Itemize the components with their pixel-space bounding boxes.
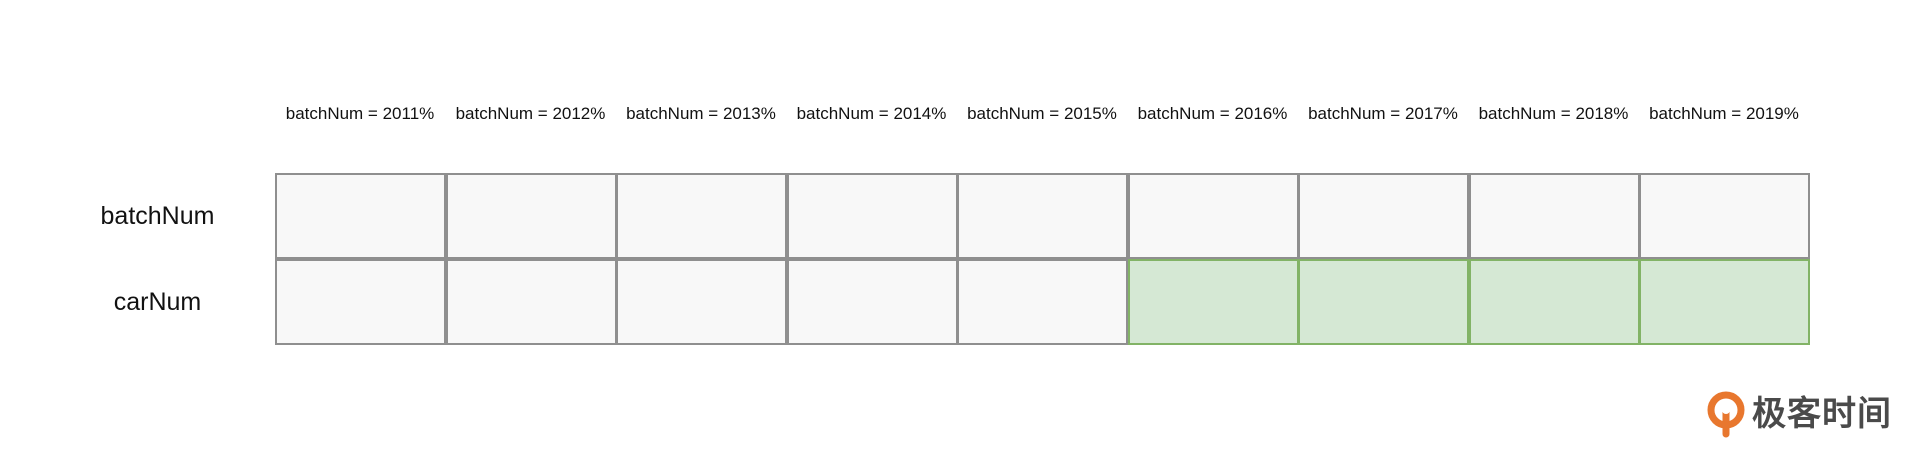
grid-cell-highlighted xyxy=(1298,259,1469,345)
grid-cell xyxy=(445,173,617,259)
grid-cell xyxy=(1468,173,1640,259)
column-label: batchNum = 2016% xyxy=(1137,104,1288,123)
column-label: batchNum = 2017% xyxy=(1308,104,1458,123)
column-label: batchNum = 2012% xyxy=(455,104,606,123)
grid-cell xyxy=(275,259,446,345)
geektime-logo: 极客时间 xyxy=(1706,390,1892,438)
column-label: batchNum = 2019% xyxy=(1649,104,1799,123)
column-label: batchNum = 2015% xyxy=(967,104,1117,123)
grid-cell xyxy=(786,259,958,345)
grid-cell-highlighted xyxy=(1468,259,1640,345)
grid-cell xyxy=(786,173,958,259)
grid-cell-highlighted xyxy=(1127,259,1299,345)
geektime-logo-icon xyxy=(1707,391,1745,438)
column-labels: batchNum = 2011% batchNum = 2012% batchN… xyxy=(275,100,1810,128)
column-label: batchNum = 2013% xyxy=(626,104,776,123)
column-label: batchNum = 2014% xyxy=(796,104,947,123)
grid-cell xyxy=(1639,173,1810,259)
partition-grid xyxy=(275,173,1810,345)
row-label-carnum: carNum xyxy=(113,288,202,316)
grid-cell xyxy=(957,259,1128,345)
row-label-batchnum: batchNum xyxy=(100,202,215,230)
grid-cell xyxy=(957,173,1128,259)
column-label: batchNum = 2018% xyxy=(1478,104,1629,123)
grid-cell xyxy=(275,173,446,259)
grid-cell xyxy=(445,259,617,345)
grid-cell-highlighted xyxy=(1639,259,1810,345)
grid-cell xyxy=(1127,173,1299,259)
column-label: batchNum = 2011% xyxy=(285,104,435,123)
logo-text: 极客时间 xyxy=(1752,394,1892,434)
grid-cell xyxy=(1298,173,1469,259)
grid-cell xyxy=(616,259,787,345)
grid-cell xyxy=(616,173,787,259)
